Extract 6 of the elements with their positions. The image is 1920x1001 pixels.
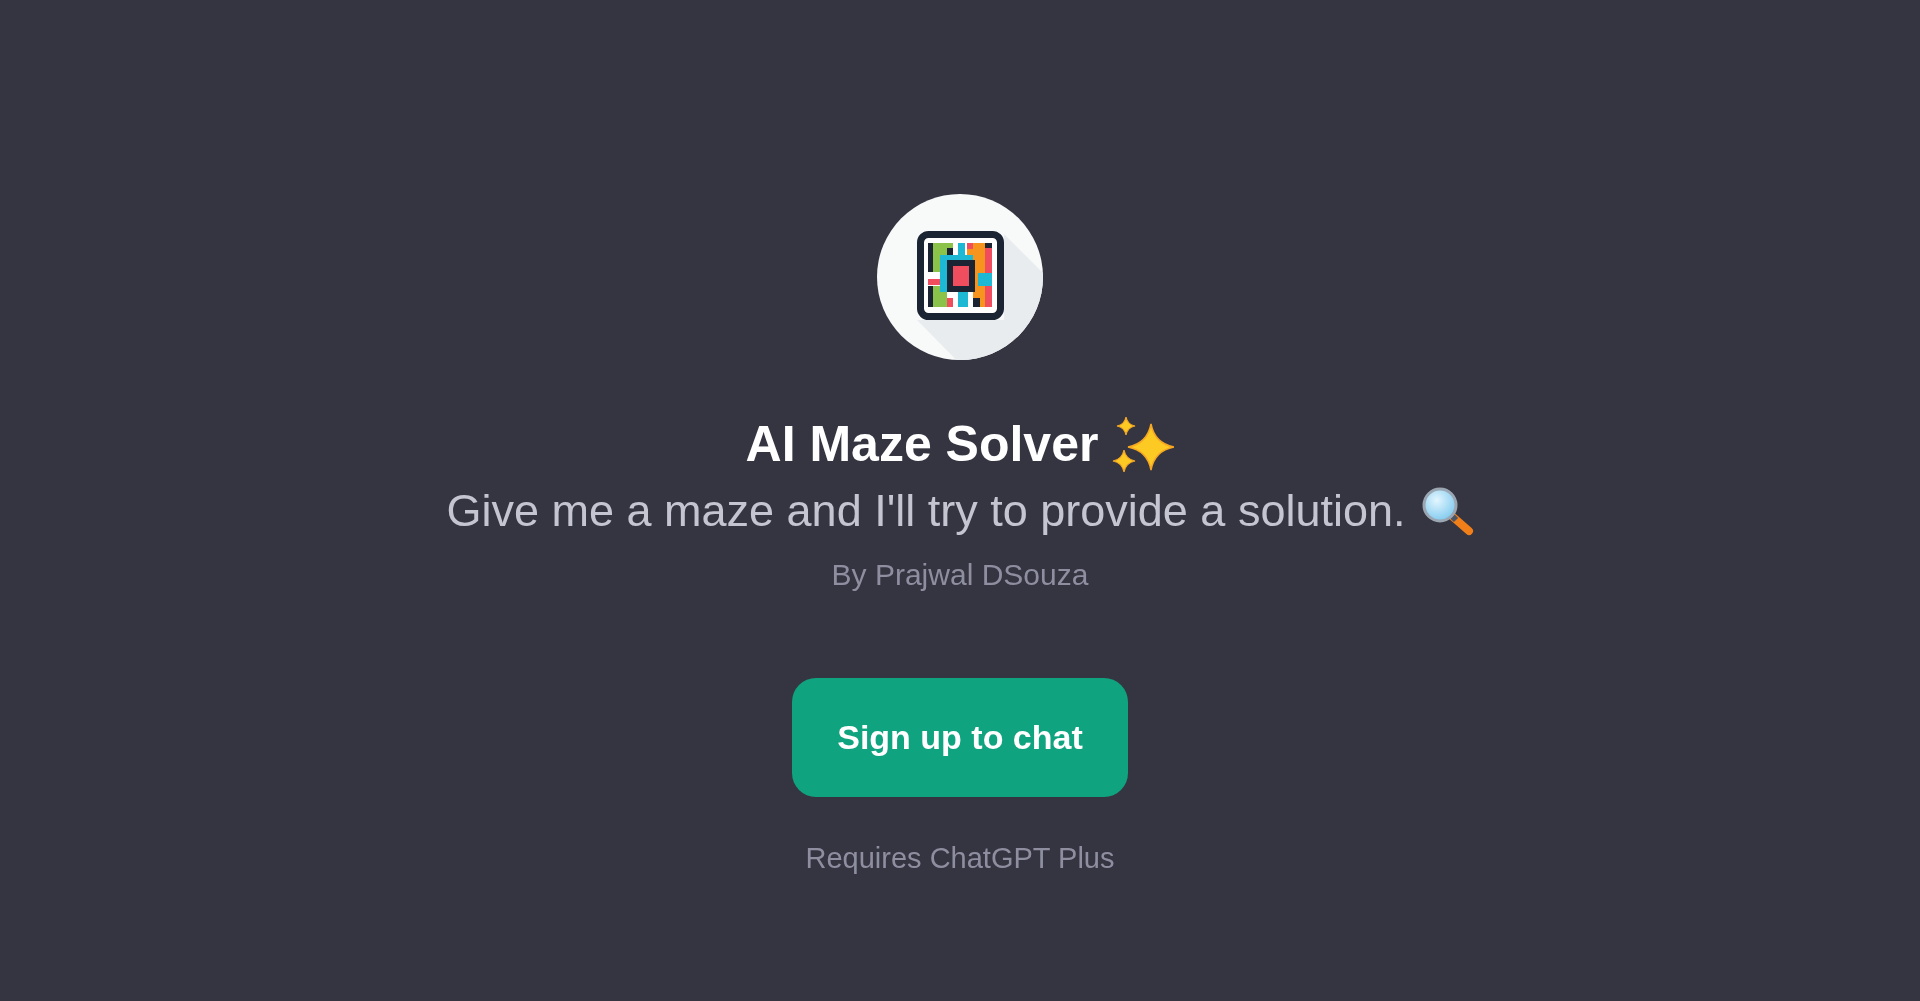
signup-button[interactable]: Sign up to chat (792, 678, 1128, 797)
sparkles-icon (1112, 415, 1175, 473)
gpt-title: AI Maze Solver (745, 415, 1099, 474)
plus-requirement-note: Requires ChatGPT Plus (805, 841, 1115, 875)
gpt-description: Give me a maze and I'll try to provide a solution. (446, 484, 1406, 538)
author-byline: By Prajwal DSouza (831, 557, 1089, 593)
